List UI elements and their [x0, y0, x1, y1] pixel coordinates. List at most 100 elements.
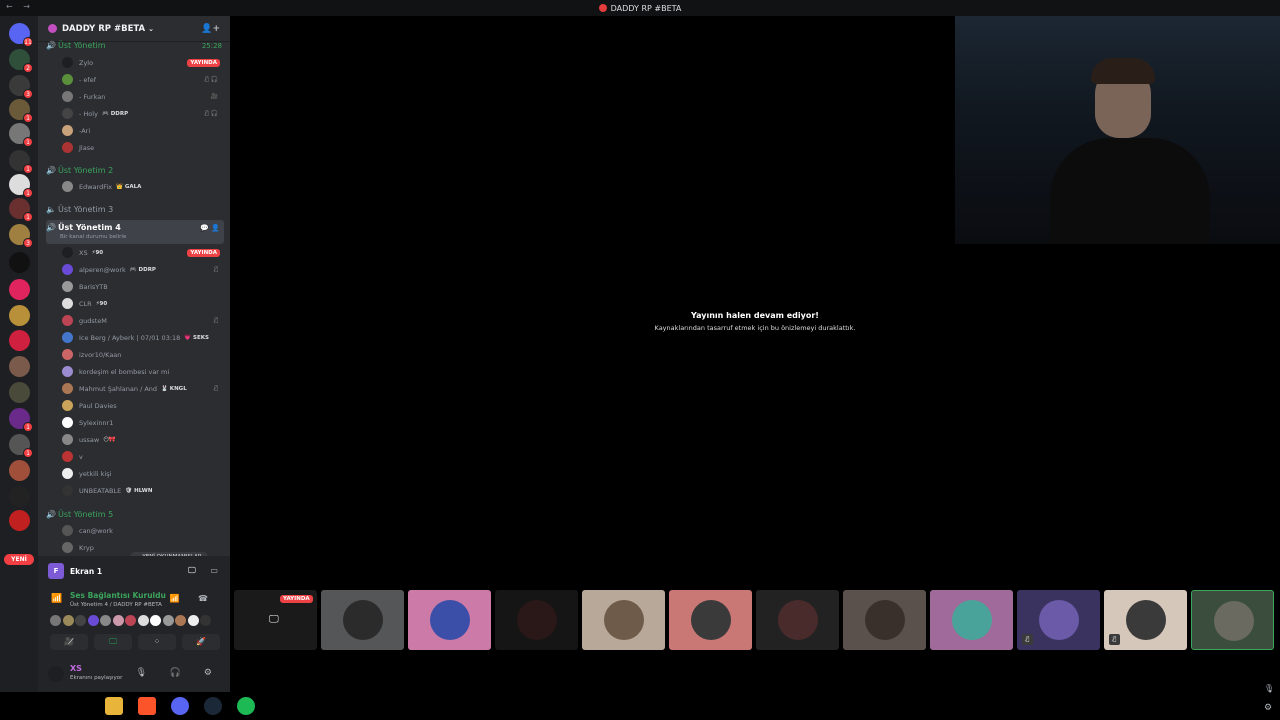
voice-member[interactable]: Mahmut Şahlanan / And 🐰 KNGL 🎙̸	[62, 381, 224, 396]
webcam-video[interactable]	[955, 16, 1280, 244]
brave-icon[interactable]	[138, 697, 156, 715]
avatar[interactable]	[112, 615, 124, 626]
server-icon[interactable]	[9, 486, 30, 507]
voice-member[interactable]: izvor10/Kaan	[62, 347, 224, 362]
channel-status[interactable]: Bir kanal durumu belirle	[60, 234, 126, 240]
server-icon[interactable]	[9, 330, 30, 351]
voice-member[interactable]: kordeşim el bombesi var mi	[62, 364, 224, 379]
gear-icon[interactable]: ⚙	[1264, 703, 1272, 713]
avatar[interactable]	[50, 615, 61, 626]
server-icon[interactable]	[9, 510, 30, 531]
activities-button[interactable]: ⁘	[138, 634, 176, 650]
voice-channel[interactable]: 🔊 Üst Yönetim 25:28	[46, 41, 224, 50]
monitor-icon: 🖵	[269, 614, 279, 625]
participant-tile[interactable]	[495, 590, 578, 650]
participant-tile[interactable]	[321, 590, 404, 650]
participant-tile[interactable]	[843, 590, 926, 650]
voice-member[interactable]: BarisYTB	[62, 279, 224, 294]
server-header[interactable]: DADDY RP #BETA ⌄ 👤+	[38, 16, 230, 42]
server-icon[interactable]	[9, 356, 30, 377]
voice-channel[interactable]: 🔊 Üst Yönetim 5	[46, 510, 224, 519]
participant-tile[interactable]: 🎙̸	[1104, 590, 1187, 650]
server-icon[interactable]	[9, 252, 30, 273]
voice-member[interactable]: - Holy 🎮 DDRP 🎙̸ 🎧	[62, 106, 224, 121]
participant-tile[interactable]	[1191, 590, 1274, 650]
voice-member[interactable]: XS ⚡90 YAYINDA	[62, 245, 224, 260]
participant-tile[interactable]: 🎙̸	[1017, 590, 1100, 650]
avatar[interactable]	[137, 615, 149, 626]
voice-channel[interactable]: 🔈 Üst Yönetim 3	[46, 205, 224, 214]
user-controls[interactable]: 🎙 🎧 ⚙	[136, 668, 222, 678]
voice-member[interactable]: EdwardFix 👑 GALA	[62, 179, 224, 194]
participant-tile[interactable]: YAYINDA 🖵	[234, 590, 317, 650]
server-icon[interactable]: 1	[9, 408, 33, 432]
voice-member[interactable]: Jlase	[62, 140, 224, 155]
home-icon[interactable]: 11	[9, 23, 33, 47]
server-icon[interactable]: 2	[9, 49, 33, 73]
voice-member[interactable]: -Ari	[62, 123, 224, 138]
voice-member[interactable]: Paul Davies	[62, 398, 224, 413]
voice-member[interactable]: yetkili kişi	[62, 466, 224, 481]
avatar[interactable]	[100, 615, 111, 626]
voice-member[interactable]: UNBEATABLE 🛡 HLWN	[62, 483, 224, 498]
voice-member[interactable]: gudsteM 🎙̸	[62, 313, 224, 328]
screen-share-button[interactable]: 🖵	[94, 634, 132, 650]
participant-tile[interactable]	[930, 590, 1013, 650]
voice-controls[interactable]: 📶 ☎	[170, 594, 216, 603]
voice-member[interactable]: - Furkan 🎥	[62, 89, 224, 104]
participant-tile[interactable]	[408, 590, 491, 650]
avatar[interactable]	[87, 615, 99, 626]
server-icon[interactable]	[9, 305, 30, 326]
avatar[interactable]	[187, 615, 199, 626]
person-add-icon[interactable]: 👤+	[201, 24, 220, 34]
voice-member[interactable]: v	[62, 449, 224, 464]
server-icon[interactable]: 1	[9, 198, 33, 222]
screen-share-row[interactable]: F Ekran 1 🖵 ▭	[48, 562, 224, 580]
avatar[interactable]	[150, 615, 161, 626]
server-icon[interactable]: 1	[9, 174, 33, 198]
steam-icon[interactable]	[204, 697, 222, 715]
voice-member[interactable]: CLR ⚡90	[62, 296, 224, 311]
server-icon[interactable]	[9, 382, 30, 403]
voice-member[interactable]: can@work	[62, 523, 224, 538]
avatar[interactable]	[162, 615, 174, 626]
server-icon[interactable]: 1	[9, 434, 33, 458]
voice-channel-selected[interactable]: 🔊 Üst Yönetim 4 Bir kanal durumu belirle…	[46, 220, 224, 244]
avatar[interactable]	[125, 615, 136, 626]
soundboard-button[interactable]: 🚀	[182, 634, 220, 650]
server-icon[interactable]: 1	[9, 99, 33, 123]
participant-tile[interactable]	[669, 590, 752, 650]
participant-tile[interactable]	[582, 590, 665, 650]
voice-member[interactable]: Zylo YAYINDA	[62, 55, 224, 70]
server-icon[interactable]: 1	[9, 123, 33, 147]
stream-stage[interactable]	[230, 16, 954, 581]
voice-member[interactable]: Sylexinnr1	[62, 415, 224, 430]
participant-tile[interactable]	[756, 590, 839, 650]
new-unreads-pill[interactable]: YENİ	[4, 554, 34, 565]
avatar[interactable]	[75, 615, 86, 626]
current-user[interactable]: XS Ekranını paylaşıyor 🎙 🎧 ⚙	[48, 664, 224, 686]
server-icon[interactable]: 3	[9, 75, 33, 99]
server-icon[interactable]	[9, 460, 30, 481]
camera-off-button[interactable]: 🎥̸	[50, 634, 88, 650]
voice-member[interactable]: alperen@work 🎮 DDRP 🎙̸	[62, 262, 224, 277]
screen-buttons[interactable]: 🖵 ▭	[188, 566, 224, 576]
voice-status[interactable]: Ses Bağlantısı Kuruldu	[70, 591, 166, 600]
server-icon[interactable]: 1	[9, 150, 33, 174]
spotify-icon[interactable]	[237, 697, 255, 715]
channel-controls[interactable]: 💬 👤	[200, 224, 220, 232]
server-icon[interactable]	[9, 279, 30, 300]
voice-member[interactable]: ussaw 😶🎀	[62, 432, 224, 447]
file-explorer-icon[interactable]	[105, 697, 123, 715]
avatar[interactable]	[62, 615, 74, 626]
avatar[interactable]	[175, 615, 186, 626]
discord-icon[interactable]	[171, 697, 189, 715]
avatar[interactable]	[200, 615, 211, 626]
microphone-icon[interactable]: 🎙	[1264, 684, 1274, 693]
voice-channel[interactable]: 🔊 Üst Yönetim 2	[46, 166, 224, 175]
nav-arrows[interactable]: ← →	[6, 2, 34, 11]
voice-member[interactable]: - efef 🎙̸ 🎧	[62, 72, 224, 87]
voice-member[interactable]: Ice Berg / Ayberk | 07/01 03:18 💗 SEKS	[62, 330, 224, 345]
voice-channel-path[interactable]: Üst Yönetim 4 / DADDY RP #BETA	[70, 602, 162, 608]
server-icon[interactable]: 3	[9, 224, 33, 248]
